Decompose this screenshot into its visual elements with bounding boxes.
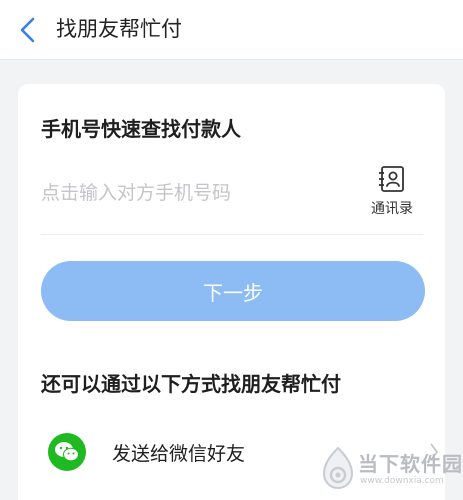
watermark: 当下软件园 www.downxia.com xyxy=(316,440,463,500)
next-step-button[interactable]: 下一步 xyxy=(41,261,425,321)
wechat-icon xyxy=(48,433,86,471)
input-divider xyxy=(41,234,423,235)
chevron-left-icon xyxy=(20,17,35,43)
contacts-book-icon xyxy=(379,166,404,192)
phone-number-input[interactable] xyxy=(41,176,361,210)
watermark-url: www.downxia.com xyxy=(360,476,444,486)
wechat-friend-label: 发送给微信好友 xyxy=(112,442,246,465)
top-nav-bar: 找朋友帮忙付 xyxy=(0,0,463,60)
contacts-label: 通讯录 xyxy=(371,201,413,217)
watermark-text: 当下软件园 xyxy=(358,452,463,476)
alternatives-title: 还可以通过以下方式找朋友帮忙付 xyxy=(41,372,341,396)
page-title: 找朋友帮忙付 xyxy=(56,17,182,41)
phone-search-title: 手机号快速查找付款人 xyxy=(41,117,241,141)
watermark-logo-icon xyxy=(322,446,354,489)
back-button[interactable] xyxy=(10,10,46,50)
contacts-button[interactable]: 通讯录 xyxy=(364,164,420,228)
pay-helper-card: 手机号快速查找付款人 通讯录 下一步 还可以通过以下方式找朋友帮忙付 发送 xyxy=(18,84,445,500)
